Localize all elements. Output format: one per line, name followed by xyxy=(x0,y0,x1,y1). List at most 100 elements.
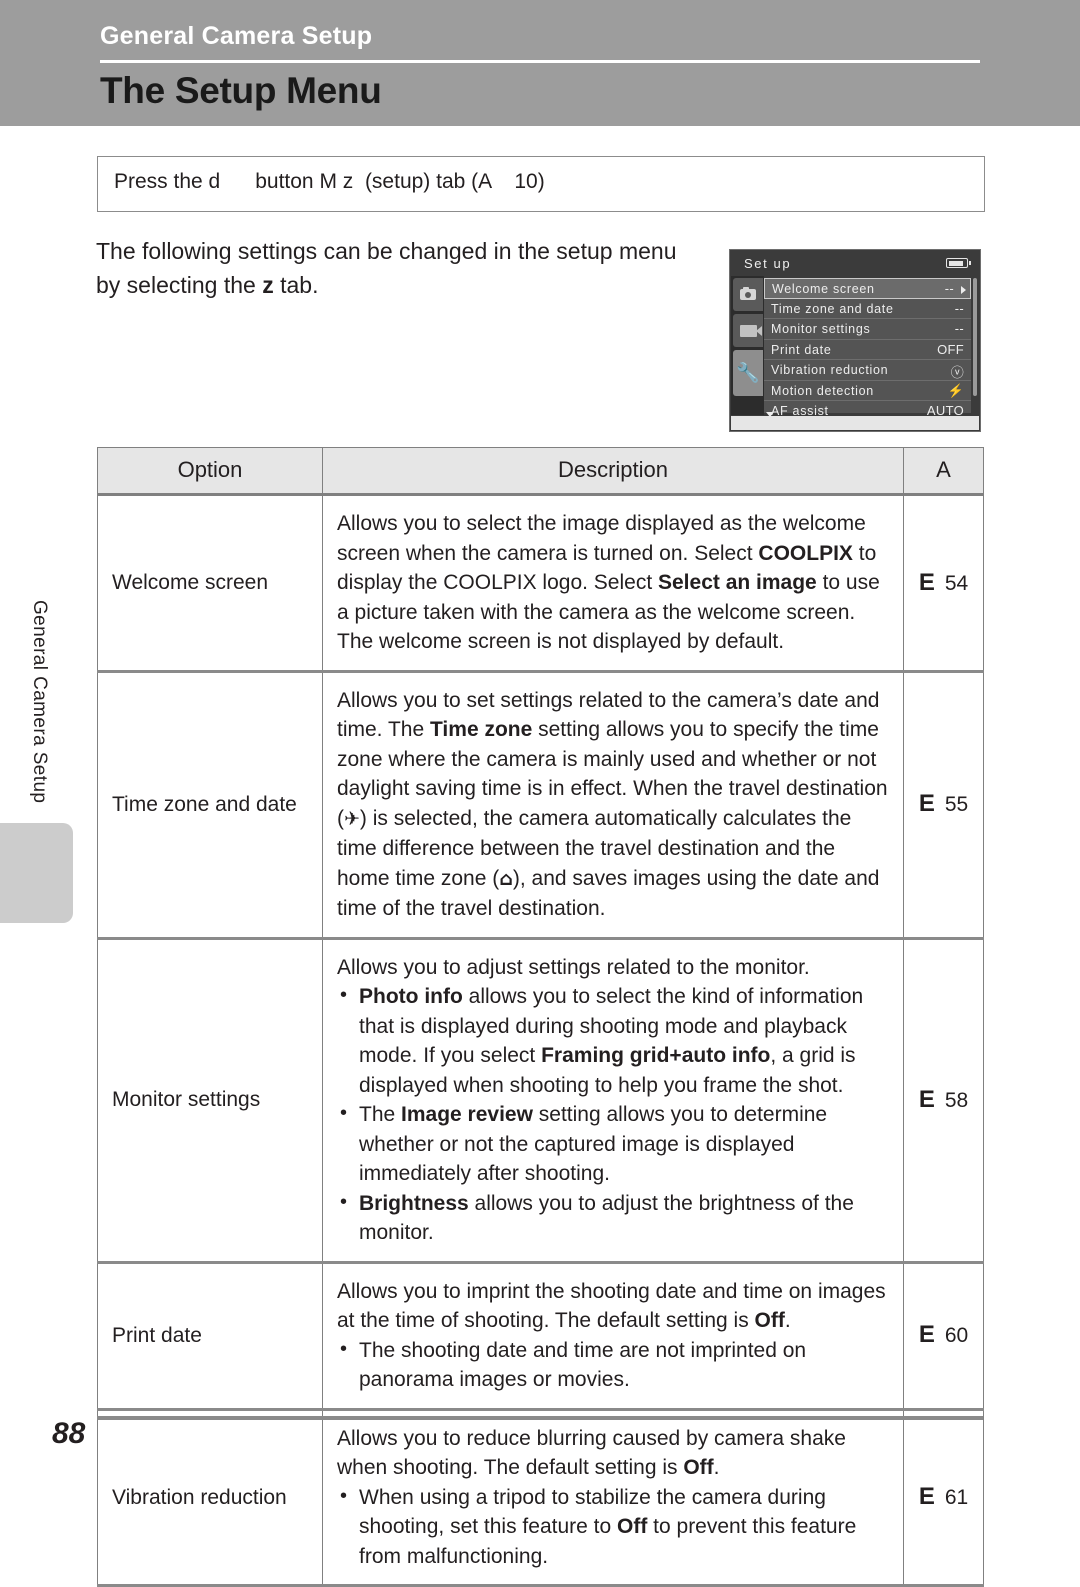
side-chapter-tab xyxy=(0,823,73,923)
lcd-item-label: Welcome screen xyxy=(772,282,875,296)
intro-paragraph: The following settings can be changed in… xyxy=(96,234,706,302)
desc-text: . xyxy=(713,1456,720,1479)
description-lead: Allows you to adjust settings related to… xyxy=(337,955,810,979)
desc-bold-off: Off xyxy=(754,1309,785,1332)
table-header-row: Option Description A xyxy=(97,447,984,496)
description-bullet: Photo info allows you to select the kind… xyxy=(337,981,889,1100)
lcd-title-bar: Set up xyxy=(730,250,980,276)
option-name: Welcome screen xyxy=(97,494,323,673)
page-title: The Setup Menu xyxy=(100,70,382,111)
battery-icon xyxy=(946,258,971,268)
description-paragraph: Allows you to imprint the shooting date … xyxy=(337,1277,889,1336)
reference-symbol: E xyxy=(918,790,935,818)
reference-symbol: E xyxy=(918,1321,935,1349)
description-bullet: When using a tripod to stabilize the cam… xyxy=(337,1482,889,1572)
lcd-menu-item-welcome-screen: Welcome screen -- xyxy=(764,278,971,299)
lcd-tab-movie xyxy=(733,314,763,347)
lcd-menu-item-vibration-reduction: Vibration reduction ⓥ xyxy=(764,360,971,381)
description-paragraph: Allows you to select the image displayed… xyxy=(337,509,889,657)
reference-page: 61 xyxy=(944,1486,969,1509)
lcd-tab-setup: 🔧 xyxy=(733,350,763,396)
option-description: Allows you to set settings related to th… xyxy=(322,671,904,940)
reference-symbol: E xyxy=(918,1085,935,1113)
desc-text: . xyxy=(784,1309,791,1332)
home-icon: ⌂ xyxy=(499,867,513,890)
reference-page: 58 xyxy=(944,1088,969,1112)
description-bullet: The Image review setting allows you to d… xyxy=(337,1099,889,1189)
col-header-option: Option xyxy=(97,447,323,496)
lcd-item-label: Print date xyxy=(771,342,832,357)
reference-symbol: E xyxy=(918,1483,935,1510)
lcd-bottom-bar xyxy=(731,416,979,430)
side-chapter-label: General Camera Setup xyxy=(29,600,50,804)
lcd-menu-item-monitor-settings: Monitor settings -- xyxy=(764,319,971,340)
press-instruction-box: Press the d button M z (setup) tab (A 10… xyxy=(97,156,985,212)
lcd-scrollbar xyxy=(973,278,977,396)
desc-text: Allows you to imprint the shooting date … xyxy=(337,1279,886,1333)
desc-bold-framing-grid: Framing grid+auto info xyxy=(541,1044,771,1067)
reference-cell: E 58 xyxy=(903,938,984,1264)
description-paragraph: Allows you to set settings related to th… xyxy=(337,686,889,924)
reference-symbol: E xyxy=(918,568,935,596)
col-header-description: Description xyxy=(322,447,904,496)
description-bullet: Brightness allows you to adjust the brig… xyxy=(337,1188,889,1248)
lcd-menu-item-print-date: Print date OFF xyxy=(764,340,971,360)
desc-bold-off: Off xyxy=(683,1456,714,1479)
lcd-item-label: Monitor settings xyxy=(771,322,871,336)
chevron-right-icon xyxy=(961,286,966,294)
shooting-camera-icon xyxy=(740,286,756,300)
reference-cell: E 60 xyxy=(903,1262,984,1411)
lcd-item-value: -- xyxy=(954,321,964,336)
table-row: Print date Allows you to imprint the sho… xyxy=(97,1262,984,1411)
lcd-item-label: Vibration reduction xyxy=(771,363,889,377)
header-band: General Camera Setup The Setup Menu xyxy=(0,0,1080,126)
movie-camera-icon xyxy=(739,324,762,337)
lcd-item-label: Time zone and date xyxy=(771,301,894,316)
description-paragraph: Allows you to reduce blurring caused by … xyxy=(337,1424,889,1483)
option-name: Vibration reduction xyxy=(97,1409,323,1587)
lcd-tab-strip: 🔧 xyxy=(731,276,764,415)
table-row: Time zone and date Allows you to set set… xyxy=(97,671,984,940)
lcd-item-value: -- xyxy=(944,281,954,296)
lcd-title: Set up xyxy=(744,256,792,271)
lcd-tab-shooting xyxy=(733,278,763,311)
lcd-item-value: OFF xyxy=(937,341,964,357)
option-description: Allows you to imprint the shooting date … xyxy=(322,1262,904,1411)
desc-bold-time-zone: Time zone xyxy=(429,718,533,741)
lcd-menu-item-time-zone-and-date: Time zone and date -- xyxy=(764,299,971,319)
col-header-reference: A xyxy=(903,447,984,496)
press-instruction-text: Press the d button M z (setup) tab (A 10… xyxy=(114,170,545,193)
lcd-menu-item-motion-detection: Motion detection ⚡ xyxy=(764,381,971,401)
desc-bold-coolpix: COOLPIX xyxy=(758,541,853,565)
table-row: Welcome screen Allows you to select the … xyxy=(97,494,984,673)
option-name: Print date xyxy=(97,1262,323,1411)
option-name: Monitor settings xyxy=(97,938,323,1264)
reference-page: 54 xyxy=(944,571,969,595)
desc-bold-brightness: Brightness xyxy=(359,1191,469,1215)
option-description: Allows you to adjust settings related to… xyxy=(322,938,904,1264)
airplane-icon: ✈ xyxy=(344,807,360,830)
option-description: Allows you to select the image displayed… xyxy=(322,494,904,673)
reference-cell: E 54 xyxy=(903,494,984,673)
desc-text: The xyxy=(359,1103,402,1126)
description-bullet: The shooting date and time are not impri… xyxy=(337,1335,889,1395)
lcd-menu-list: Welcome screen -- Time zone and date -- … xyxy=(764,278,971,418)
vibration-reduction-icon: ⓥ xyxy=(950,365,964,380)
option-description: Allows you to reduce blurring caused by … xyxy=(322,1409,904,1587)
wrench-setup-icon: 🔧 xyxy=(736,361,760,384)
intro-line-1: The following settings can be changed in… xyxy=(96,238,613,264)
page-number: 88 xyxy=(52,1417,86,1450)
reference-page: 60 xyxy=(944,1324,969,1348)
lcd-item-label: Motion detection xyxy=(771,383,874,398)
chapter-title: General Camera Setup xyxy=(100,22,373,50)
footer-divider xyxy=(97,1416,983,1420)
table-row: Monitor settings Allows you to adjust se… xyxy=(97,938,984,1264)
lcd-item-value: -- xyxy=(954,300,964,316)
reference-cell: E 55 xyxy=(903,671,984,940)
intro-line-2b: tab. xyxy=(273,272,319,298)
desc-text: Allows you to reduce blurring caused by … xyxy=(337,1426,846,1480)
desc-bold-image-review: Image review xyxy=(401,1103,533,1126)
desc-bold-select-an-image: Select an image xyxy=(658,571,817,594)
desc-bold-off: Off xyxy=(617,1515,648,1538)
setup-tab-symbol: z xyxy=(262,272,274,298)
